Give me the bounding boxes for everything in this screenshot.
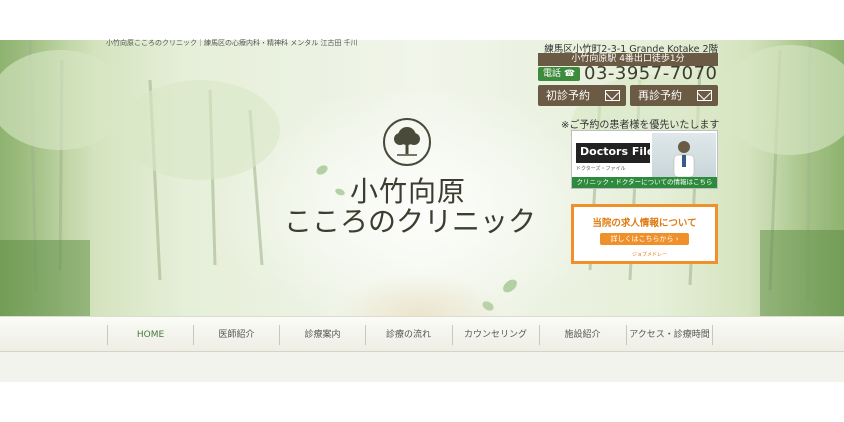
doctors-file-title: Doctors File (576, 143, 654, 163)
recruit-button-label: 詳しくはこちらから (610, 235, 674, 243)
booking-note: ※ご予約の患者様を優先いたします (561, 120, 720, 131)
nav-access-hours[interactable]: アクセス・診療時間 (626, 325, 712, 345)
nav-flow[interactable]: 診療の流れ (365, 325, 451, 345)
recruit-details-button[interactable]: 詳しくはこちらから › (600, 233, 689, 245)
nav-doctor[interactable]: 医師紹介 (193, 325, 279, 345)
doctors-file-banner[interactable]: Doctors File ドクターズ・ファイル クリニック・ドクターについての情… (571, 130, 718, 189)
clinic-logo-icon[interactable] (383, 118, 431, 166)
first-visit-booking-button[interactable]: 初診予約 (538, 85, 626, 106)
revisit-booking-button[interactable]: 再診予約 (630, 85, 718, 106)
forest-path (300, 240, 540, 316)
page: 小竹向原こころのクリニック｜練馬区の心療内科・精神科 メンタル 江古田 千川 小… (0, 0, 844, 422)
phone-label: 電話 (542, 69, 561, 79)
recruit-banner[interactable]: 当院の求人情報について 詳しくはこちらから › ジョブメドレー (571, 204, 718, 264)
doctor-photo (652, 133, 716, 177)
phone-badge: 電話 ☎ (538, 67, 580, 81)
nav-services[interactable]: 診療案内 (279, 325, 365, 345)
doctors-file-footer: クリニック・ドクターについての情報はこちら (572, 177, 717, 188)
nav-home[interactable]: HOME (107, 325, 193, 345)
nav-divider (712, 325, 713, 345)
revisit-label: 再診予約 (638, 89, 682, 102)
clinic-name-line2[interactable]: こころのクリニック (284, 200, 536, 240)
envelope-icon (605, 90, 620, 101)
phone-icon: ☎ (563, 69, 576, 79)
first-visit-label: 初診予約 (546, 89, 590, 102)
sub-band (0, 352, 844, 382)
nav-facility[interactable]: 施設紹介 (539, 325, 625, 345)
site-tagline: 小竹向原こころのクリニック｜練馬区の心療内科・精神科 メンタル 江古田 千川 (106, 39, 358, 47)
doctor-figure (673, 141, 695, 177)
doctors-file-subtitle: ドクターズ・ファイル (576, 166, 626, 172)
recruit-logo: ジョブメドレー (632, 252, 668, 258)
main-navigation: HOME 医師紹介 診療案内 診療の流れ カウンセリング 施設紹介 アクセス・診… (0, 316, 844, 352)
nav-counseling[interactable]: カウンセリング (452, 325, 538, 345)
envelope-icon (697, 90, 712, 101)
arrow-right-icon: › (675, 235, 679, 243)
tree-icon (394, 127, 420, 156)
recruit-title: 当院の求人情報について (592, 218, 697, 229)
phone-number[interactable]: 03-3957-7070 (584, 63, 718, 84)
